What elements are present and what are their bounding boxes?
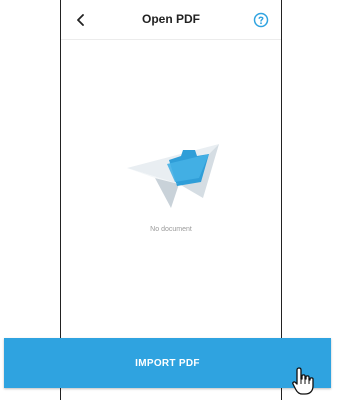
help-circle-icon	[253, 12, 269, 28]
import-pdf-button[interactable]: IMPORT PDF	[4, 338, 331, 388]
empty-state-text: No document	[150, 226, 192, 233]
help-button[interactable]	[249, 8, 273, 32]
empty-state-illustration	[127, 144, 219, 208]
top-bar: Open PDF	[61, 0, 281, 40]
hand-cursor-icon	[292, 367, 314, 395]
import-pdf-label: IMPORT PDF	[135, 357, 200, 369]
page-title: Open PDF	[141, 12, 200, 26]
app-screen: Open PDF No document IMPORT PDF	[0, 0, 338, 400]
